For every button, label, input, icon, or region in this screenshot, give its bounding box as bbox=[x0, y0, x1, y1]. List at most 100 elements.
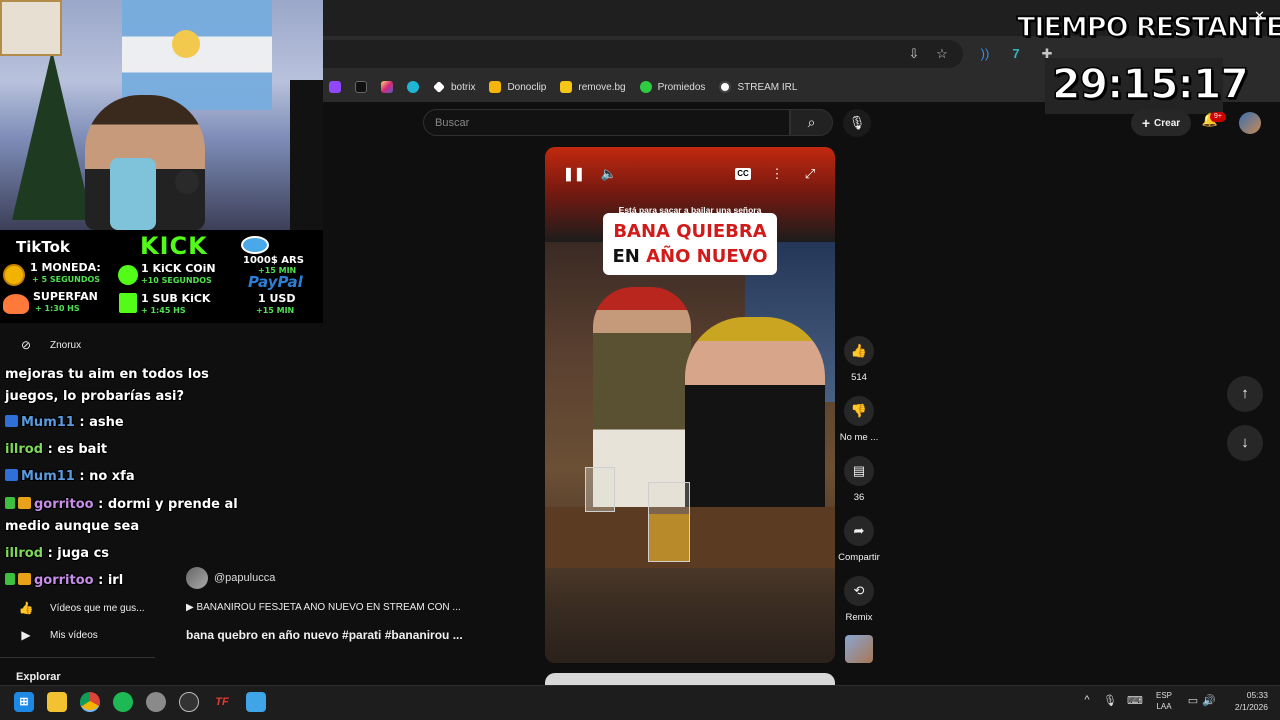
share-button[interactable]: ➦ Compartir bbox=[837, 516, 881, 563]
chat-username: illrod bbox=[5, 442, 44, 457]
account-avatar[interactable] bbox=[1239, 112, 1261, 134]
paypal-title: PayPal bbox=[248, 273, 303, 291]
bookmark-label: Donoclip bbox=[507, 81, 547, 93]
bookmark-label: remove.bg bbox=[578, 81, 626, 93]
display-icon[interactable]: ▭ bbox=[1186, 694, 1200, 710]
bookmark-tiktok[interactable] bbox=[355, 76, 367, 98]
caption-word: AÑO NUEVO bbox=[646, 246, 768, 267]
speaker-icon[interactable]: 🔊 bbox=[1202, 694, 1216, 710]
chat-text: : irl bbox=[98, 573, 124, 588]
canva-icon bbox=[407, 81, 419, 93]
create-button[interactable]: + Crear bbox=[1131, 110, 1191, 136]
close-icon[interactable]: ✕ bbox=[1254, 9, 1268, 23]
spotify-icon[interactable] bbox=[113, 692, 133, 712]
fullscreen-icon[interactable]: ⤢ bbox=[801, 165, 819, 183]
botrix-icon bbox=[433, 81, 445, 93]
more-options-icon[interactable]: ⋮ bbox=[768, 165, 786, 183]
start-button-icon[interactable]: ⊞ bbox=[14, 692, 34, 712]
remix-button[interactable]: ⟲ Remix bbox=[837, 576, 881, 623]
bookmark-botrix[interactable]: botrix bbox=[433, 76, 475, 98]
tf-app-icon[interactable]: TF bbox=[212, 692, 232, 712]
comment-icon: ▤ bbox=[844, 456, 874, 486]
share-label: Compartir bbox=[838, 552, 880, 563]
chat-text: mejoras tu aim en todos los juegos, lo p… bbox=[5, 367, 209, 404]
chat-message: mejoras tu aim en todos los juegos, lo p… bbox=[5, 364, 262, 408]
extension-audio-icon[interactable]: )) bbox=[976, 45, 994, 63]
install-app-icon[interactable]: ⇩ bbox=[905, 45, 923, 63]
system-clock[interactable]: 05:33 2/1/2026 bbox=[1222, 689, 1268, 713]
chevron-up-icon[interactable]: ^ bbox=[1080, 694, 1094, 710]
tiktok-superfan-reward: + 1:30 HS bbox=[35, 304, 80, 313]
dislike-button[interactable]: 👎 No me ... bbox=[837, 396, 881, 443]
comments-button[interactable]: ▤ 36 bbox=[837, 456, 881, 503]
channel-avatar-icon: ⊘ bbox=[20, 338, 32, 352]
bookmark-twitch[interactable] bbox=[329, 76, 341, 98]
chat-username: illrod bbox=[5, 546, 44, 561]
plus-badge-icon bbox=[5, 497, 15, 509]
bookmark-canva[interactable] bbox=[407, 76, 419, 98]
microphone-tray-icon[interactable]: 🎙 bbox=[1103, 694, 1117, 710]
chat-message: illrod : juga cs bbox=[5, 543, 262, 565]
clock-time: 05:33 bbox=[1246, 690, 1268, 700]
obs-icon[interactable] bbox=[179, 692, 199, 712]
voice-search-button[interactable]: 🎙 bbox=[843, 109, 871, 137]
pause-icon[interactable]: ❚❚ bbox=[563, 165, 585, 183]
caption-word: EN bbox=[612, 246, 647, 267]
coin-icon bbox=[3, 264, 25, 286]
captions-icon[interactable]: CC bbox=[735, 168, 751, 180]
short-playlist-link[interactable]: ▶ BANANIROU FESJETA AÑO NUEVO EN STREAM … bbox=[186, 602, 486, 618]
app-avatar-icon[interactable] bbox=[146, 692, 166, 712]
kick-coin-reward: +10 SEGUNDOS bbox=[141, 276, 212, 285]
christmas-tree bbox=[12, 50, 92, 220]
comment-count: 36 bbox=[853, 492, 865, 503]
sidebar-item-my-videos[interactable]: ▶ Mis vídeos bbox=[0, 621, 186, 649]
sidebar-item-liked-videos[interactable]: 👍 Vídeos que me gus... bbox=[0, 594, 186, 622]
previous-short-button[interactable]: ↑ bbox=[1227, 376, 1263, 412]
shorts-player[interactable]: ❚❚ 🔈 CC ⋮ ⤢ Está para sacar a bailar una… bbox=[545, 147, 835, 663]
like-button[interactable]: 👍 514 bbox=[837, 336, 881, 383]
bookmark-donoclip[interactable]: Donoclip bbox=[489, 76, 546, 98]
arrow-up-icon: ↑ bbox=[1241, 385, 1249, 402]
channel-thumbnail[interactable] bbox=[845, 635, 873, 663]
create-label: Crear bbox=[1154, 117, 1181, 129]
keyboard-icon[interactable]: ⌨ bbox=[1127, 694, 1143, 710]
notepad-icon[interactable] bbox=[246, 692, 266, 712]
chat-message: Mum11 : no xfa bbox=[5, 466, 262, 488]
chat-message: illrod : es bait bbox=[5, 439, 262, 461]
playlist-title: BANANIROU FESJETA AÑO NUEVO EN STREAM CO… bbox=[196, 602, 461, 613]
channel-handle[interactable]: @papulucca bbox=[214, 572, 275, 584]
chat-text: : no xfa bbox=[79, 469, 135, 484]
short-channel-row[interactable]: @papulucca bbox=[186, 566, 486, 590]
bookmark-star-icon[interactable]: ☆ bbox=[933, 45, 951, 63]
tiktok-superfan: SUPERFAN bbox=[33, 290, 98, 303]
language-indicator[interactable]: ESP LAA bbox=[1150, 690, 1178, 712]
sidebar-item-znorux[interactable]: ⊘ Znorux bbox=[0, 331, 186, 359]
file-explorer-icon[interactable] bbox=[47, 692, 67, 712]
bookmark-promiedos[interactable]: Promiedos bbox=[639, 76, 706, 98]
bookmark-removebg[interactable]: remove.bg bbox=[560, 76, 626, 98]
bookmark-instagram[interactable] bbox=[381, 76, 393, 98]
bookmark-stream-irl[interactable]: STREAM IRL bbox=[719, 76, 797, 98]
sidebar-item-label: Znorux bbox=[50, 339, 82, 351]
crown-badge-icon bbox=[18, 497, 31, 509]
tiktok-title: TikTok bbox=[16, 238, 70, 256]
video-glass bbox=[585, 467, 615, 512]
thumbs-up-icon: 👍 bbox=[18, 601, 34, 615]
address-bar[interactable] bbox=[323, 40, 963, 68]
mercadopago-icon bbox=[241, 236, 269, 254]
kick-badge-icon bbox=[5, 415, 18, 427]
next-short-button[interactable]: ↓ bbox=[1227, 425, 1263, 461]
search-button[interactable]: ⌕ bbox=[790, 109, 833, 136]
search-icon: ⌕ bbox=[807, 114, 816, 130]
next-short-preview[interactable] bbox=[545, 673, 835, 685]
tiktok-icon bbox=[355, 81, 367, 93]
chat-text: : juga cs bbox=[47, 546, 110, 561]
chrome-icon[interactable] bbox=[80, 692, 100, 712]
remix-icon: ⟲ bbox=[844, 576, 874, 606]
microphone-icon: 🎙 bbox=[848, 115, 866, 130]
volume-icon[interactable]: 🔈 bbox=[600, 165, 618, 183]
paypal-amount: 1 USD bbox=[258, 292, 296, 305]
search-input[interactable]: Buscar bbox=[423, 109, 790, 136]
chat-text: : ashe bbox=[79, 415, 124, 430]
bookmark-label: Promiedos bbox=[657, 81, 706, 93]
